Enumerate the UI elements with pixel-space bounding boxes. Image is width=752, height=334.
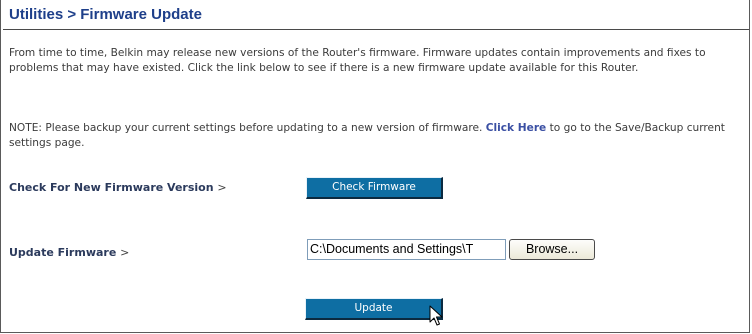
check-firmware-button[interactable]: Check Firmware [306,177,443,199]
title-divider [3,29,749,30]
mouse-pointer-icon [429,305,443,326]
page-title: Utilities > Firmware Update [9,6,202,23]
note-prefix: NOTE: Please backup your current setting… [9,122,486,134]
note-paragraph: NOTE: Please backup your current setting… [9,121,739,151]
content-frame: Utilities > Firmware Update From time to… [0,0,750,333]
update-button[interactable]: Update [305,298,443,320]
update-firmware-label-text: Update Firmware [9,246,117,259]
update-firmware-label: Update Firmware > [9,246,129,259]
check-firmware-label-text: Check For New Firmware Version [9,181,214,194]
check-firmware-label: Check For New Firmware Version > [9,181,227,194]
click-here-link[interactable]: Click Here [486,122,547,134]
check-firmware-arrow: > [217,181,227,194]
update-firmware-arrow: > [120,246,130,259]
browse-button[interactable]: Browse... [509,239,595,260]
intro-paragraph: From time to time, Belkin may release ne… [9,47,706,74]
firmware-file-input[interactable]: C:\Documents and Settings\T [307,239,506,260]
